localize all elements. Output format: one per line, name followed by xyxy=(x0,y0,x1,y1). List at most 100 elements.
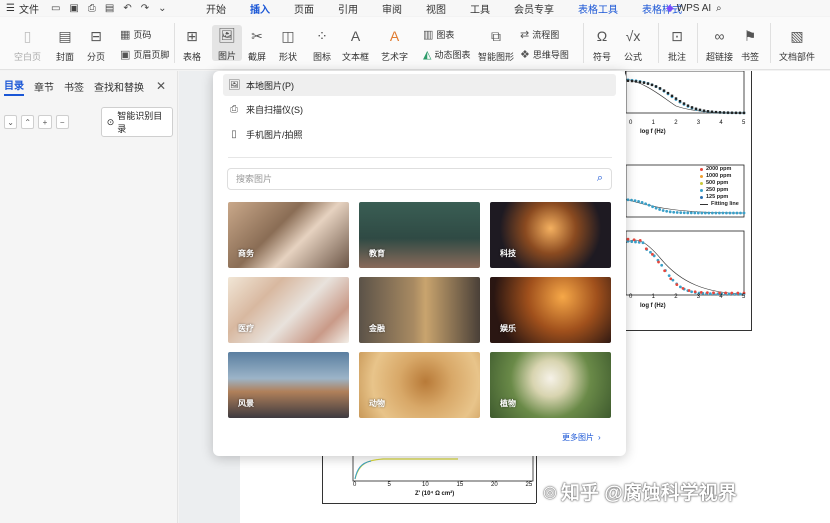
blank-page-button[interactable]: ▯ 空白页 xyxy=(14,27,41,63)
wordart-button[interactable]: A 艺术字 xyxy=(381,27,408,63)
expand-icon[interactable]: ⌃ xyxy=(21,115,35,129)
tick-label: 1 xyxy=(651,120,655,126)
preview-icon[interactable]: ▤ xyxy=(105,3,114,14)
tick-label: 20 xyxy=(491,482,498,488)
data-point xyxy=(686,104,690,107)
data-point xyxy=(651,252,654,256)
mindmap-button[interactable]: ❖ 思维导图 xyxy=(520,48,569,61)
ribbon-divider xyxy=(697,23,698,63)
smart-graphic-icon: ⧉ xyxy=(491,27,501,44)
data-point xyxy=(739,211,742,215)
category-tile-medical[interactable]: 医疗 xyxy=(228,277,349,343)
more-pictures-link[interactable]: 更多图片 › xyxy=(562,432,601,443)
flowchart-button[interactable]: ⇄ 流程图 xyxy=(520,28,559,41)
category-label: 娱乐 xyxy=(500,324,516,333)
phone-icon: ▯ xyxy=(231,128,237,140)
data-point xyxy=(640,201,644,204)
textbox-button[interactable]: A 文本框 xyxy=(342,27,369,63)
category-tile-business[interactable]: 商务 xyxy=(228,202,349,268)
formula-button[interactable]: √x 公式 xyxy=(624,27,642,63)
collapse-icon[interactable]: ⌄ xyxy=(4,115,18,129)
smart-toc-label: 智能识别目录 xyxy=(117,111,163,134)
data-point xyxy=(672,210,676,214)
file-menu[interactable]: ☰ 文件 xyxy=(0,1,45,16)
watermark: ◎ 知乎 @腐蚀科学视界 xyxy=(543,478,737,505)
data-point xyxy=(626,79,630,82)
tab-references[interactable]: 引用 xyxy=(338,1,370,16)
bookmark-button[interactable]: ⚑ 书签 xyxy=(741,27,759,63)
category-tile-finance[interactable]: 金融 xyxy=(359,277,480,343)
chart-button[interactable]: ▥ 图表 xyxy=(423,28,454,41)
category-tile-landscape[interactable]: 风景 xyxy=(228,352,349,418)
search-icon[interactable]: ⌕ xyxy=(716,3,722,14)
picture-button[interactable]: 🖼 图片 xyxy=(212,25,242,61)
shape-button[interactable]: ◫ 形状 xyxy=(279,27,297,63)
undo-icon[interactable]: ↶ xyxy=(123,3,131,14)
data-point xyxy=(668,210,672,214)
smart-graphic-button[interactable]: ⧉ 智能图形 xyxy=(478,27,514,63)
legend-entry: 1000 ppm xyxy=(700,173,739,180)
tab-tools[interactable]: 工具 xyxy=(470,1,502,16)
tab-bookmarks[interactable]: 书签 xyxy=(64,79,84,94)
screenshot-button[interactable]: ✂ 截屏 xyxy=(248,27,266,63)
open-icon[interactable]: ▭ xyxy=(51,3,60,14)
tab-page[interactable]: 页面 xyxy=(294,1,326,16)
tab-toc[interactable]: 目录 xyxy=(4,77,24,96)
icon-button[interactable]: ⁘ 图标 xyxy=(313,27,331,63)
tab-insert[interactable]: 插入 xyxy=(250,1,282,19)
data-point xyxy=(681,286,685,290)
search-icon[interactable]: ⌕ xyxy=(597,172,603,185)
image-icon: 🖼 xyxy=(228,79,241,91)
redo-icon[interactable]: ↷ xyxy=(141,3,149,14)
tab-home[interactable]: 开始 xyxy=(206,1,238,16)
phone-picture-item[interactable]: ▯ 手机图片/拍照 xyxy=(223,123,616,145)
local-picture-item[interactable]: 🖼 本地图片(P) xyxy=(223,74,616,96)
tab-find-replace[interactable]: 查找和替换 xyxy=(94,79,144,94)
picture-dropdown: 🖼 本地图片(P) ⎙ 来自扫描仪(S) ▯ 手机图片/拍照 ⌕ 商务 教育 科… xyxy=(213,71,626,456)
tab-review[interactable]: 审阅 xyxy=(382,1,414,16)
remove-icon[interactable]: − xyxy=(55,115,69,129)
doc-parts-button[interactable]: ▧ 文档部件 xyxy=(779,27,815,63)
category-label: 金融 xyxy=(369,324,385,333)
comment-button[interactable]: ⊡ 批注 xyxy=(668,27,686,63)
tab-view[interactable]: 视图 xyxy=(426,1,458,16)
close-icon[interactable]: ✕ xyxy=(156,79,166,93)
picture-label: 图片 xyxy=(217,51,236,61)
category-tile-plants[interactable]: 植物 xyxy=(490,352,611,418)
print-icon[interactable]: ⎙ xyxy=(88,3,96,14)
axis-label-logf-bottom: log f (Hz) xyxy=(640,303,666,309)
chart-frame-top xyxy=(626,71,745,114)
cover-button[interactable]: ▤ 封面 xyxy=(56,27,74,63)
doc-parts-icon: ▧ xyxy=(790,27,804,44)
tab-table-tools[interactable]: 表格工具 xyxy=(578,1,630,16)
omega-icon: Ω xyxy=(596,28,608,44)
scanner-label: 来自扫描仪(S) xyxy=(246,104,303,115)
tab-chapters[interactable]: 章节 xyxy=(34,79,54,94)
wps-ai-button[interactable]: ◆ WPS AI xyxy=(666,3,711,14)
category-tile-education[interactable]: 教育 xyxy=(359,202,480,268)
dynamic-chart-label: 动态图表 xyxy=(434,50,471,60)
table-button[interactable]: ⊞ 表格 xyxy=(183,27,201,63)
category-tile-technology[interactable]: 科技 xyxy=(490,202,611,268)
category-tile-animals[interactable]: 动物 xyxy=(359,352,480,418)
symbol-button[interactable]: Ω 符号 xyxy=(593,27,611,63)
add-icon[interactable]: + xyxy=(38,115,52,129)
section-button[interactable]: ⊟ 分页 xyxy=(87,27,105,63)
scanner-icon: ⎙ xyxy=(230,103,238,115)
scanner-item[interactable]: ⎙ 来自扫描仪(S) xyxy=(223,98,616,120)
smart-toc-button[interactable]: ⊙ 智能识别目录 xyxy=(100,107,173,137)
category-tile-entertainment[interactable]: 娱乐 xyxy=(490,277,611,343)
tick-label: 4 xyxy=(719,120,723,126)
save-icon[interactable]: ▣ xyxy=(69,3,78,14)
dynamic-chart-button[interactable]: ◭ 动态图表 xyxy=(423,48,470,61)
tab-member[interactable]: 会员专享 xyxy=(514,1,566,16)
header-footer-button[interactable]: ▣ 页眉页脚 xyxy=(120,48,169,61)
hyperlink-button[interactable]: ∞ 超链接 xyxy=(706,27,733,63)
dropdown-divider xyxy=(228,157,612,158)
picture-search-input[interactable] xyxy=(228,169,568,189)
page-number-label: 页码 xyxy=(133,30,152,40)
chevron-down-icon[interactable]: ⌄ xyxy=(158,3,166,14)
data-point xyxy=(682,102,686,105)
comment-label: 批注 xyxy=(668,52,687,62)
page-number-button[interactable]: ▦ 页码 xyxy=(120,28,151,41)
